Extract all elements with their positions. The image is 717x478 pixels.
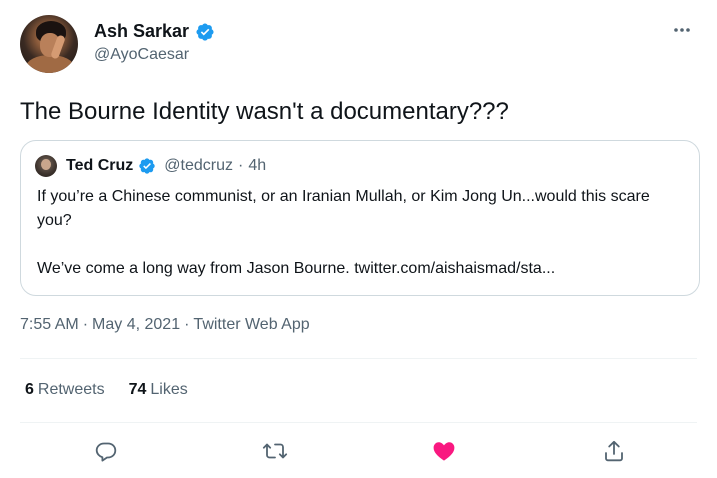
- tweet-text: The Bourne Identity wasn't a documentary…: [20, 98, 509, 125]
- separator-dot: ·: [237, 157, 244, 174]
- separator-dot: ·: [82, 316, 89, 333]
- quoted-author-name: Ted Cruz: [66, 157, 134, 174]
- likes-label: Likes: [150, 381, 188, 398]
- reply-icon[interactable]: [91, 436, 121, 466]
- retweets-count: 6: [25, 381, 34, 398]
- quoted-tweet[interactable]: Ted Cruz @tedcruz · 4h If you’re a Chine…: [20, 140, 700, 296]
- tweet-stats: 6 Retweets 74 Likes: [25, 381, 188, 399]
- author-display-name[interactable]: Ash Sarkar: [94, 21, 189, 42]
- quoted-paragraph-1: If you’re a Chinese communist, or an Ira…: [37, 188, 650, 229]
- retweets-stat[interactable]: 6 Retweets: [25, 381, 105, 399]
- quoted-tweet-age: 4h: [248, 157, 267, 174]
- verified-badge-icon: [139, 158, 155, 174]
- tweet-metadata: 7:55 AM · May 4, 2021 · Twitter Web App: [20, 316, 310, 334]
- divider: [20, 422, 697, 423]
- share-icon[interactable]: [599, 436, 629, 466]
- likes-stat[interactable]: 74 Likes: [129, 381, 188, 399]
- more-dots-icon[interactable]: [671, 19, 693, 41]
- tweet-time[interactable]: 7:55 AM: [20, 316, 79, 334]
- heart-icon[interactable]: [429, 436, 459, 466]
- author-avatar[interactable]: [20, 15, 78, 73]
- retweet-icon[interactable]: [260, 436, 290, 466]
- likes-count: 74: [128, 381, 147, 398]
- tweet-date[interactable]: May 4, 2021: [92, 316, 180, 334]
- divider: [20, 358, 697, 359]
- quoted-author-avatar: [35, 155, 57, 177]
- verified-badge-icon: [196, 22, 214, 41]
- retweets-label: Retweets: [37, 381, 105, 398]
- separator-dot: ·: [184, 316, 190, 333]
- tweet-source[interactable]: Twitter Web App: [193, 316, 309, 334]
- tweet-actions: [0, 436, 717, 466]
- quoted-paragraph-2: We’ve come a long way from Jason Bourne.…: [37, 260, 556, 277]
- tweet-header: Ash Sarkar @AyoCaesar: [20, 15, 697, 75]
- quoted-tweet-text: If you’re a Chinese communist, or an Ira…: [35, 185, 685, 281]
- tweet-card: Ash Sarkar @AyoCaesar The Bourne Identit…: [0, 0, 717, 478]
- quoted-author-handle: @tedcruz: [164, 157, 233, 174]
- quoted-tweet-header: Ted Cruz @tedcruz · 4h: [35, 155, 685, 177]
- author-handle[interactable]: @AyoCaesar: [94, 46, 215, 64]
- author-info: Ash Sarkar @AyoCaesar: [94, 21, 215, 64]
